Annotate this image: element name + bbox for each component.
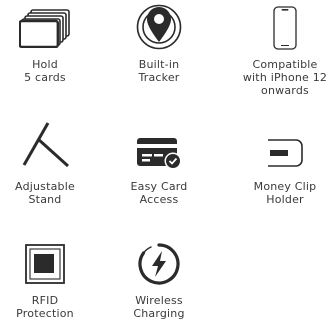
feature-label: Compatible with iPhone 12 onwards <box>230 58 331 97</box>
label-line: Hold <box>32 58 58 71</box>
label-line: Wireless <box>135 294 183 307</box>
feature-label: Easy Card Access <box>104 180 214 206</box>
label-line: with iPhone 12 <box>242 71 328 84</box>
label-line: Money Clip <box>253 180 317 193</box>
money-clip-icon <box>230 138 331 168</box>
stand-icon <box>0 116 100 168</box>
feature-label: Adjustable Stand <box>0 180 100 206</box>
feature-label: Wireless Charging <box>104 294 214 320</box>
label-line: Tracker <box>138 71 180 84</box>
location-pin-icon <box>104 0 214 50</box>
feature-label: Hold 5 cards <box>0 58 100 84</box>
feature-label: Built-in Tracker <box>104 58 214 84</box>
label-line: Built-in <box>138 58 180 71</box>
phone-icon <box>230 6 331 50</box>
rfid-chip-icon <box>0 244 100 284</box>
label-line: 5 cards <box>24 71 66 84</box>
label-line: Protection <box>16 307 74 320</box>
label-line: Easy Card <box>130 180 188 193</box>
label-line: Stand <box>28 193 62 206</box>
label-line: onwards <box>261 84 309 97</box>
feature-label: RFID Protection <box>0 294 100 320</box>
label-line: Access <box>139 193 179 206</box>
label-line: RFID <box>31 294 59 307</box>
label-line: Adjustable <box>15 180 75 193</box>
label-line: Charging <box>133 307 185 320</box>
lightning-bolt-icon <box>104 242 214 286</box>
label-line: Compatible <box>252 58 318 71</box>
card-stack-icon <box>0 4 100 48</box>
feature-label: Money Clip Holder <box>230 180 331 206</box>
label-line: Holder <box>266 193 304 206</box>
card-check-icon <box>104 136 214 170</box>
